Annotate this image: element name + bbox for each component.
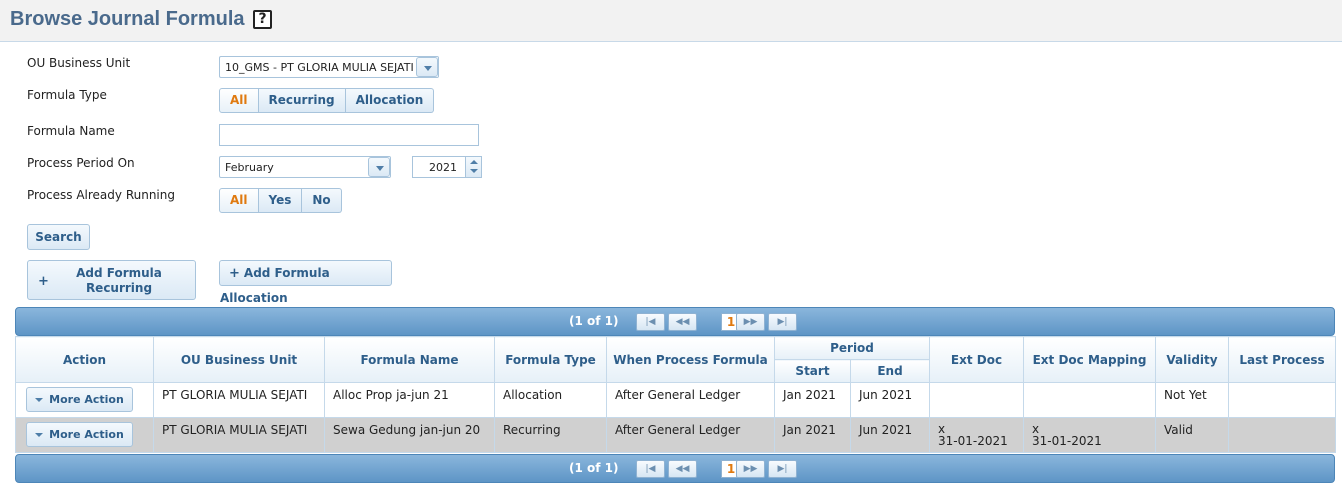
page-count: (1 of 1) — [569, 461, 619, 475]
formula-table: Action OU Business Unit Formula Name For… — [15, 336, 1336, 453]
page-count: (1 of 1) — [569, 314, 619, 328]
ext-doc-cell — [929, 382, 1024, 418]
formula-type-cell: Recurring — [494, 417, 607, 453]
add-recurring-label: Add Formula Recurring — [64, 266, 174, 296]
page-title: Browse Journal Formula — [10, 8, 245, 30]
title-bar: Browse Journal Formula ? — [0, 0, 1342, 42]
more-action-button[interactable]: More Action — [26, 387, 133, 412]
running-no[interactable]: No — [302, 188, 342, 213]
more-action-button[interactable]: More Action — [26, 422, 133, 447]
ou-business-unit-label: OU Business Unit — [27, 56, 131, 70]
formula-type-label: Formula Type — [27, 88, 107, 102]
ext-map-line2: 31-01-2021 — [1032, 434, 1102, 448]
first-page-button[interactable]: |◀ — [636, 313, 665, 331]
add-formula-allocation-button[interactable]: + Add Formula Allocation — [219, 260, 392, 305]
ou-dropdown-button[interactable] — [416, 57, 438, 77]
validity-cell: Not Yet — [1155, 382, 1229, 418]
year-spinner[interactable]: 2021 — [412, 156, 482, 178]
help-icon[interactable]: ? — [253, 10, 272, 29]
period-end-cell: Jun 2021 — [850, 382, 930, 418]
formula-name-cell: Sewa Gedung jan-jun 20 — [324, 417, 495, 453]
plus-icon: + — [38, 274, 49, 289]
last-process-cell — [1228, 417, 1336, 453]
period-end-cell: Jun 2021 — [850, 417, 930, 453]
formula-name-cell: Alloc Prop ja-jun 21 — [324, 382, 495, 418]
ou-cell: PT GLORIA MULIA SEJATI — [153, 417, 325, 453]
pager-bottom: (1 of 1) |◀ ◀◀ 1 ▶▶ ▶| — [15, 454, 1335, 483]
add-recurring-line2: Recurring — [85, 281, 153, 295]
process-running-toggle: All Yes No — [219, 188, 342, 213]
col-action[interactable]: Action — [15, 336, 154, 383]
col-period-start[interactable]: Start — [774, 359, 851, 383]
formula-type-toggle: All Recurring Allocation — [219, 88, 435, 113]
next-page-button[interactable]: ▶▶ — [736, 460, 765, 478]
formula-type-cell: Allocation — [494, 382, 607, 418]
year-value: 2021 — [429, 161, 457, 174]
ext-doc-cell: x 31-01-2021 — [929, 417, 1024, 453]
month-select[interactable]: February — [219, 156, 391, 178]
first-page-button[interactable]: |◀ — [636, 460, 665, 478]
table-row: More Action PT GLORIA MULIA SEJATI Sewa … — [15, 417, 1336, 453]
add-recurring-line1: Add Formula — [76, 266, 162, 280]
chevron-down-icon — [35, 398, 44, 402]
more-action-label: More Action — [49, 428, 124, 441]
ou-cell: PT GLORIA MULIA SEJATI — [153, 382, 325, 418]
month-value: February — [225, 161, 274, 174]
process-running-label: Process Already Running — [27, 188, 175, 202]
ext-doc-line2: 31-01-2021 — [938, 434, 1008, 448]
when-process-cell: After General Ledger — [606, 417, 775, 453]
table-row: More Action PT GLORIA MULIA SEJATI Alloc… — [15, 382, 1336, 418]
ou-business-unit-value: 10_GMS - PT GLORIA MULIA SEJATI — [225, 61, 414, 74]
last-page-button[interactable]: ▶| — [768, 460, 797, 478]
col-formula-type[interactable]: Formula Type — [494, 336, 607, 383]
chevron-down-icon — [376, 166, 384, 171]
formula-type-allocation[interactable]: Allocation — [345, 88, 435, 113]
col-ou-business-unit[interactable]: OU Business Unit — [153, 336, 325, 383]
formula-type-recurring[interactable]: Recurring — [258, 88, 346, 113]
prev-page-button[interactable]: ◀◀ — [668, 313, 697, 331]
add-formula-recurring-button[interactable]: + Add Formula Recurring — [27, 260, 196, 300]
action-cell: More Action — [15, 382, 154, 418]
process-period-label: Process Period On — [27, 156, 135, 170]
col-period-end[interactable]: End — [850, 359, 930, 383]
when-process-cell: After General Ledger — [606, 382, 775, 418]
formula-name-label: Formula Name — [27, 124, 115, 138]
action-cell: More Action — [15, 417, 154, 453]
last-page-button[interactable]: ▶| — [768, 313, 797, 331]
formula-name-input[interactable] — [219, 124, 479, 146]
col-period: Period — [774, 336, 930, 360]
ou-business-unit-select[interactable]: 10_GMS - PT GLORIA MULIA SEJATI — [219, 56, 439, 78]
col-ext-doc-mapping[interactable]: Ext Doc Mapping — [1023, 336, 1156, 383]
running-yes[interactable]: Yes — [258, 188, 303, 213]
year-spinner-arrows[interactable] — [465, 157, 481, 177]
spinner-up-icon[interactable] — [470, 160, 478, 164]
month-dropdown-button[interactable] — [368, 157, 390, 177]
chevron-down-icon — [424, 66, 432, 71]
search-button[interactable]: Search — [27, 224, 90, 250]
more-action-label: More Action — [49, 393, 124, 406]
validity-cell: Valid — [1155, 417, 1229, 453]
last-process-cell — [1228, 382, 1336, 418]
next-page-button[interactable]: ▶▶ — [736, 313, 765, 331]
col-formula-name[interactable]: Formula Name — [324, 336, 495, 383]
formula-type-all[interactable]: All — [219, 88, 259, 113]
period-start-cell: Jan 2021 — [774, 382, 851, 418]
chevron-down-icon — [35, 433, 44, 437]
plus-icon: + — [229, 266, 240, 281]
period-start-cell: Jan 2021 — [774, 417, 851, 453]
col-when-process[interactable]: When Process Formula — [606, 336, 775, 383]
ext-doc-mapping-cell — [1023, 382, 1156, 418]
col-last-process[interactable]: Last Process — [1228, 336, 1336, 383]
col-validity[interactable]: Validity — [1155, 336, 1229, 383]
pager-top: (1 of 1) |◀ ◀◀ 1 ▶▶ ▶| — [15, 307, 1335, 336]
col-ext-doc[interactable]: Ext Doc — [929, 336, 1024, 383]
running-all[interactable]: All — [219, 188, 259, 213]
spinner-down-icon[interactable] — [470, 169, 478, 173]
ext-doc-mapping-cell: x 31-01-2021 — [1023, 417, 1156, 453]
prev-page-button[interactable]: ◀◀ — [668, 460, 697, 478]
